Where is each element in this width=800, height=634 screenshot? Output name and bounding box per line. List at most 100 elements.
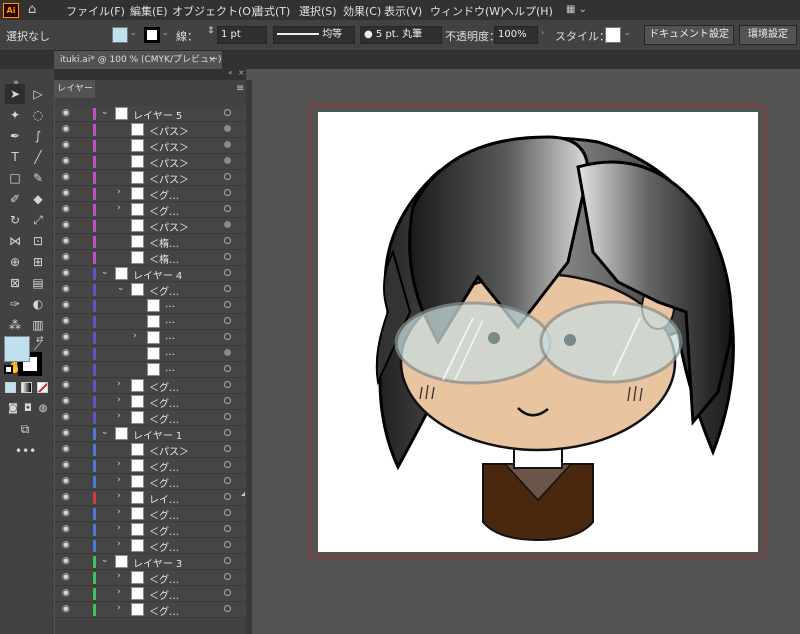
sublayer-row[interactable]: ◉ › レイ… [55,490,246,506]
lock-toggle[interactable] [79,587,89,600]
target-icon[interactable] [224,109,231,116]
document-setup-button[interactable]: ドキュメント設定 [644,25,734,45]
visibility-icon[interactable]: ◉ [62,396,72,406]
lock-toggle[interactable] [79,315,89,328]
symbol-sprayer-tool-icon[interactable]: ⁂ [5,315,25,335]
visibility-icon[interactable]: ◉ [62,316,72,326]
target-icon[interactable] [224,397,231,404]
target-icon[interactable] [224,381,231,388]
visibility-icon[interactable]: ◉ [62,236,72,246]
sublayer-row[interactable]: ◉ ＜パス＞ [55,138,246,154]
sublayer-row[interactable]: ◉ › ＜グ… [55,186,246,202]
stepper-icon[interactable]: ⇕ [207,26,215,36]
sublayer-row[interactable]: ◉ ＜パス＞ [55,154,246,170]
visibility-icon[interactable]: ◉ [62,444,72,454]
chevron-down-icon[interactable]: ⌄ [101,427,109,437]
artboard[interactable] [318,112,758,552]
menu-item[interactable]: 編集(E) [130,3,168,19]
visibility-icon[interactable]: ◉ [62,332,72,342]
lock-toggle[interactable] [79,331,89,344]
gradient-mode-icon[interactable] [21,382,32,393]
eraser-tool-icon[interactable]: ◆ [28,189,48,209]
sublayer-row[interactable]: ◉ › ＜グ… [55,506,246,522]
lock-toggle[interactable] [79,539,89,552]
lasso-tool-icon[interactable]: ◌ [28,105,48,125]
stroke-weight-field[interactable]: 1 pt [217,26,267,44]
opacity-label[interactable]: 不透明度： [445,28,500,44]
sublayer-row[interactable]: ◉ › ＜グ… [55,538,246,554]
curvature-tool-icon[interactable]: ∫ [28,126,48,146]
chevron-right-icon[interactable]: › [117,411,121,421]
chevron-right-icon[interactable]: › [133,331,137,341]
layer-name[interactable]: ＜楕… [149,251,179,266]
layer-name[interactable]: ＜楕… [149,235,179,250]
target-icon[interactable] [224,125,231,132]
scale-tool-icon[interactable]: ⤢ [28,210,48,230]
layer-name[interactable]: ＜パス＞ [149,171,189,186]
target-icon[interactable] [224,605,231,612]
visibility-icon[interactable]: ◉ [62,556,72,566]
sublayer-row[interactable]: ◉ › ＜グ… [55,410,246,426]
sublayer-row[interactable]: ◉… [55,298,246,314]
target-icon[interactable] [224,589,231,596]
visibility-icon[interactable]: ◉ [62,108,72,118]
lock-toggle[interactable] [79,379,89,392]
document-tab[interactable]: ituki.ai* @ 100 % (CMYK/プレビュー) × [54,51,222,69]
menu-item[interactable]: 表示(V) [384,3,422,19]
sublayer-row[interactable]: ◉ ›… [55,330,246,346]
magic-wand-tool-icon[interactable]: ✦ [5,105,25,125]
paintbrush-tool-icon[interactable]: ✎ [28,168,48,188]
layer-name[interactable]: ＜グ… [149,539,179,554]
target-icon[interactable] [224,573,231,580]
sublayer-row[interactable]: ◉ › ＜グ… [55,522,246,538]
layer-row[interactable]: ◉ ⌄ レイヤー 1 [55,426,246,442]
target-icon[interactable] [224,301,231,308]
layer-name[interactable]: ＜グ… [149,507,179,522]
sublayer-row[interactable]: ◉ › ＜グ… [55,394,246,410]
layer-name[interactable]: … [165,363,175,374]
layer-name[interactable]: ＜グ… [149,475,179,490]
visibility-icon[interactable]: ◉ [62,572,72,582]
default-colors-icon[interactable] [4,365,13,374]
mesh-tool-icon[interactable]: ⊠ [5,273,25,293]
target-icon[interactable] [224,189,231,196]
target-icon[interactable] [224,157,231,164]
target-icon[interactable] [224,317,231,324]
chevron-right-icon[interactable]: › [541,28,544,37]
lock-toggle[interactable] [79,219,89,232]
type-tool-icon[interactable]: T [5,147,25,167]
layer-name[interactable]: ＜グ… [149,571,179,586]
layer-name[interactable]: … [165,299,175,310]
target-icon[interactable] [224,541,231,548]
target-icon[interactable] [224,477,231,484]
target-icon[interactable] [224,253,231,260]
menu-item[interactable]: ファイル(F) [66,3,125,19]
collapse-icon[interactable]: « [228,68,233,77]
visibility-icon[interactable]: ◉ [62,476,72,486]
chevron-right-icon[interactable]: › [117,395,121,405]
sublayer-row[interactable]: ◉ › ＜グ… [55,570,246,586]
lock-toggle[interactable] [79,555,89,568]
sublayer-row[interactable]: ◉ › ＜グ… [55,378,246,394]
swap-colors-icon[interactable]: ⇄ [36,335,44,345]
visibility-icon[interactable]: ◉ [62,268,72,278]
layer-name[interactable]: ＜グ… [149,203,179,218]
layer-name[interactable]: ＜グ… [149,523,179,538]
layer-name[interactable]: ＜パス＞ [149,139,189,154]
layer-name[interactable]: ＜グ… [149,603,179,618]
layer-name[interactable]: ＜パス＞ [149,123,189,138]
menu-item[interactable]: 効果(C) [343,3,381,19]
layer-name[interactable]: レイヤー 3 [133,555,182,570]
target-icon[interactable] [224,509,231,516]
layer-name[interactable]: ＜グ… [149,395,179,410]
visibility-icon[interactable]: ◉ [62,124,72,134]
visibility-icon[interactable]: ◉ [62,428,72,438]
more-tools-icon[interactable]: ••• [15,441,36,461]
free-transform-tool-icon[interactable]: ⊡ [28,231,48,251]
sublayer-row[interactable]: ◉ ＜楕… [55,234,246,250]
target-icon[interactable] [224,285,231,292]
panel-menu-icon[interactable]: ≡ [236,83,244,94]
lock-toggle[interactable] [79,299,89,312]
visibility-icon[interactable]: ◉ [62,540,72,550]
lock-toggle[interactable] [79,267,89,280]
